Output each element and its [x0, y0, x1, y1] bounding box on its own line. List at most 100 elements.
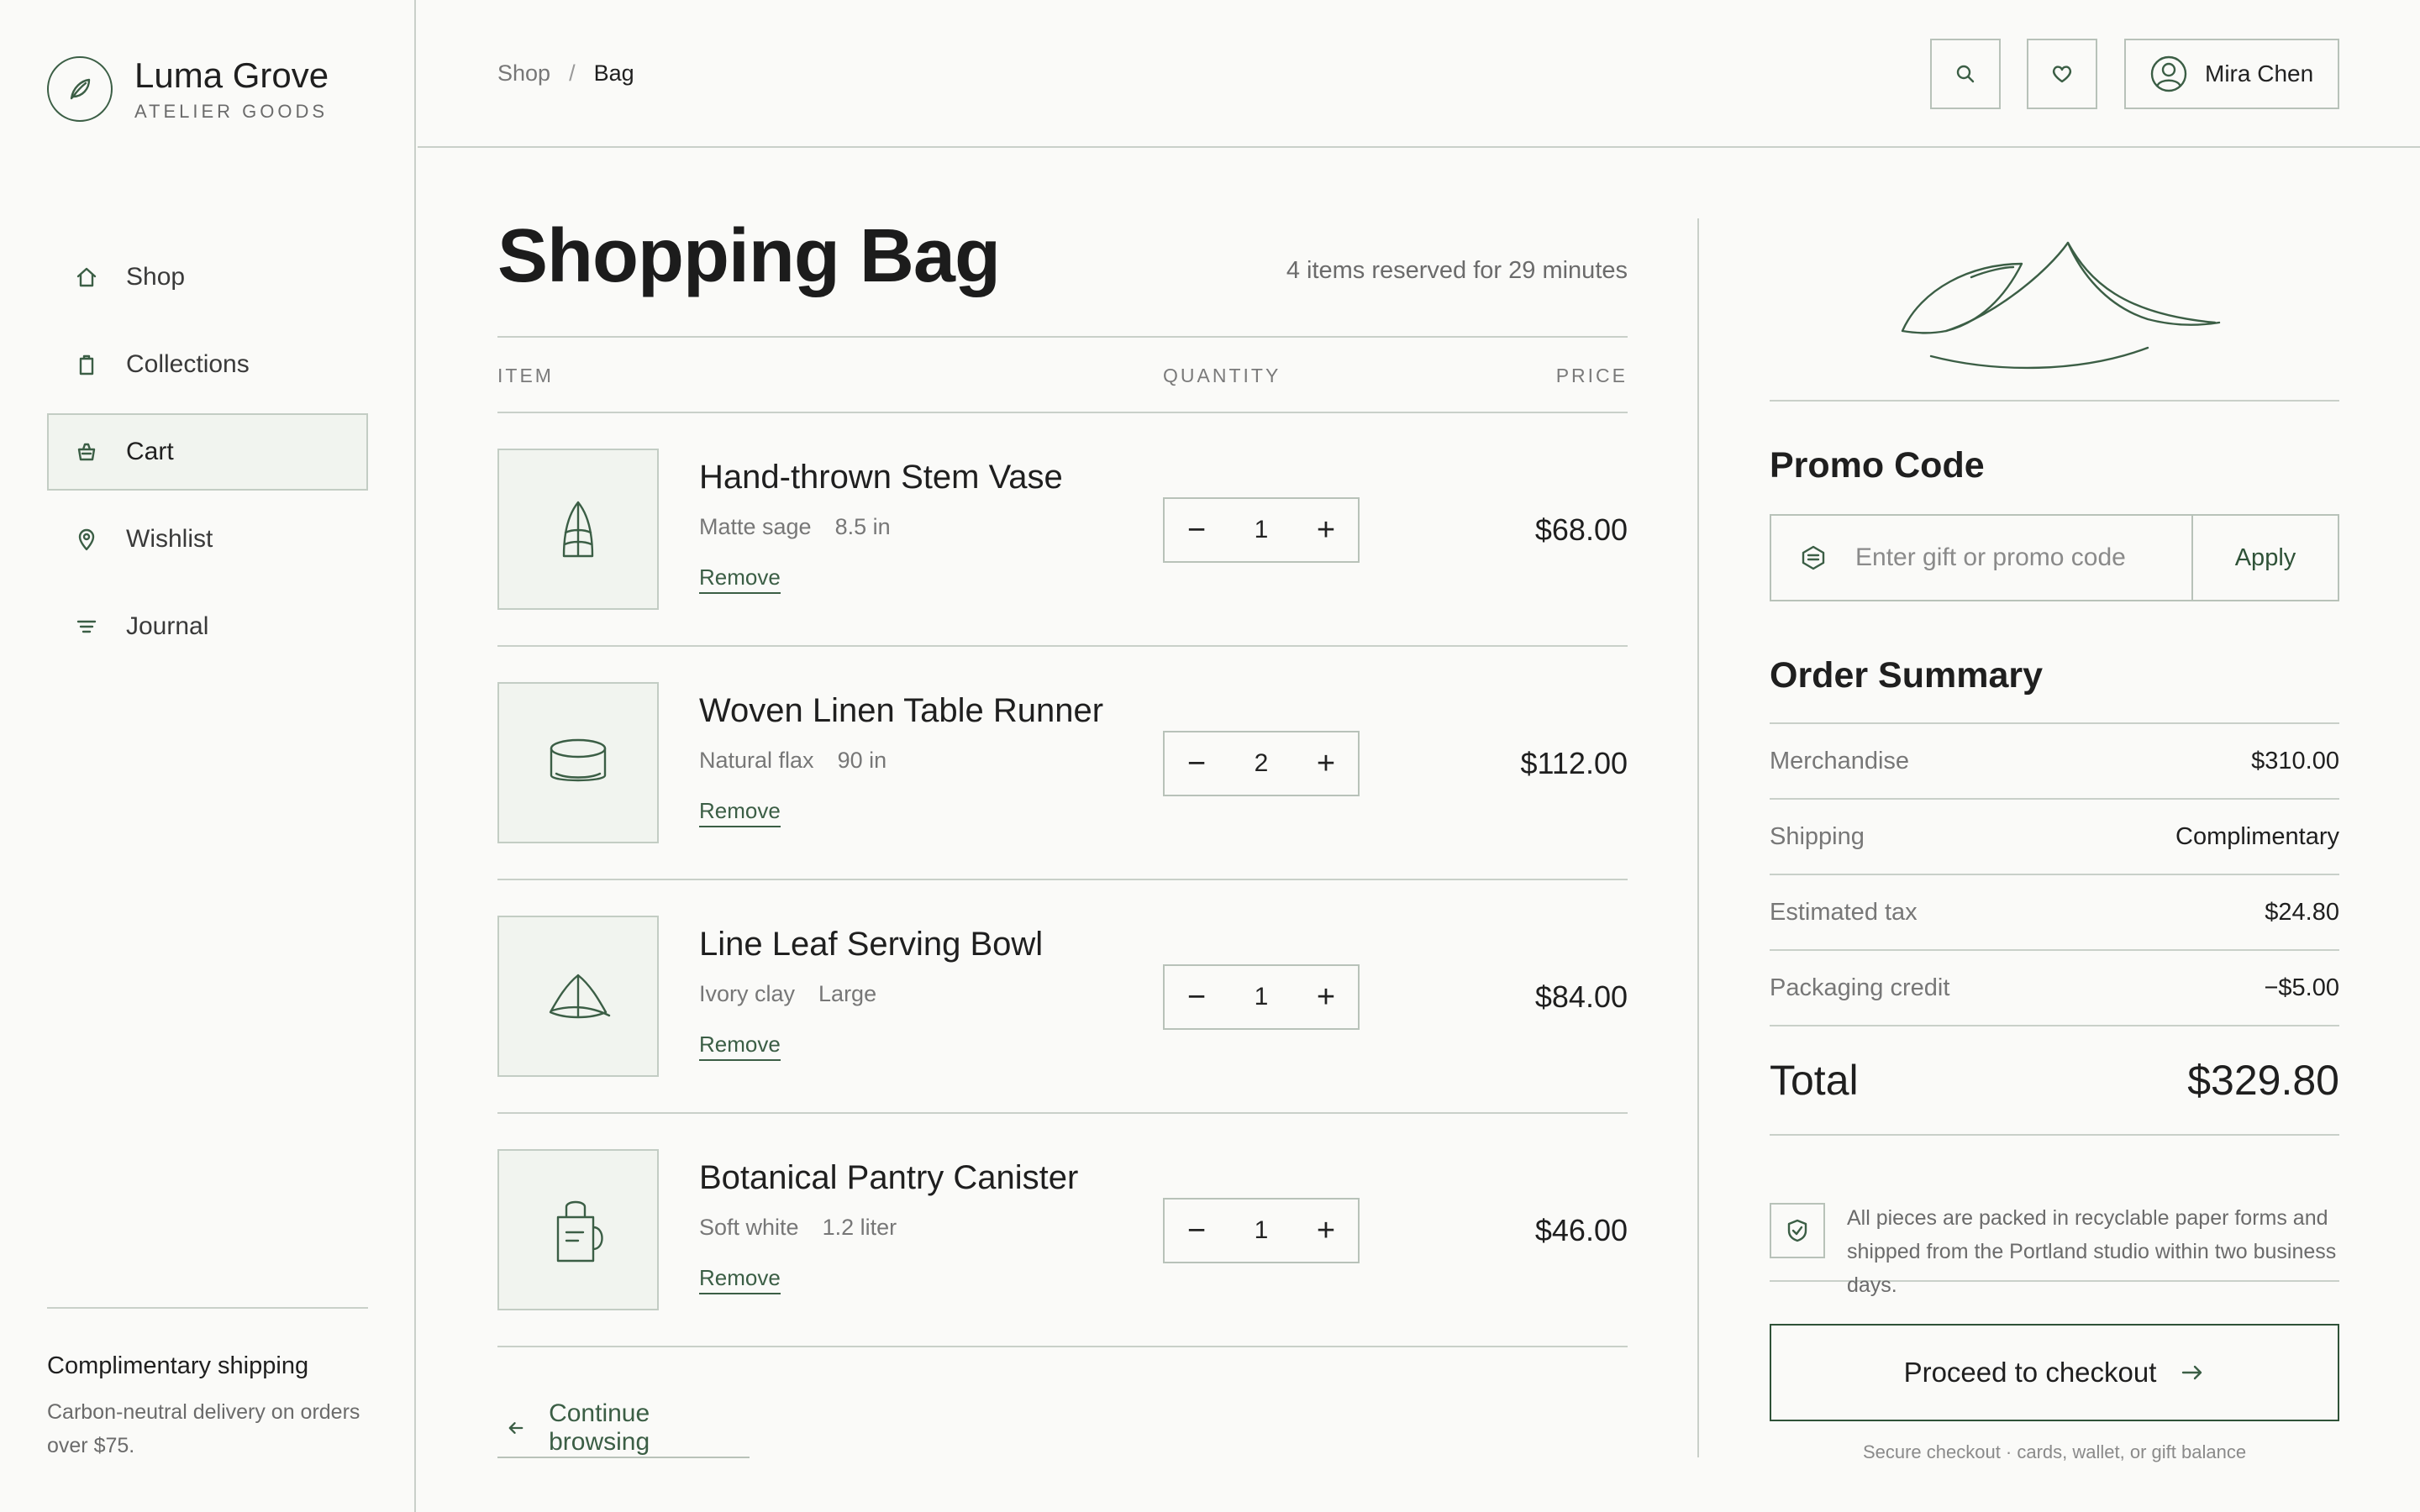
- cart-row: Line Leaf Serving Bowl Ivory clay Large R…: [497, 880, 1628, 1114]
- product-color: Soft white: [699, 1215, 799, 1240]
- summary-row-shipping: Shipping Complimentary: [1770, 800, 2339, 875]
- product-thumbnail[interactable]: [497, 449, 659, 610]
- quantity-value[interactable]: 1: [1255, 516, 1269, 544]
- sidebar-nav: Shop Collections Cart Wishlist Journal: [47, 239, 368, 675]
- user-menu-button[interactable]: Mira Chen: [2124, 39, 2339, 109]
- product-thumbnail[interactable]: [497, 682, 659, 843]
- decrease-quantity-button[interactable]: −: [1165, 732, 1228, 795]
- wishlist-button[interactable]: [2027, 39, 2097, 109]
- product-options: Natural flax 90 in: [699, 748, 886, 774]
- column-price: PRICE: [1555, 365, 1628, 386]
- search-icon: [1956, 65, 1975, 83]
- secure-checkout-note: Secure checkout · cards, wallet, or gift…: [1862, 1441, 2247, 1462]
- summary-label: Packaging credit: [1770, 974, 1950, 1001]
- decrease-quantity-button[interactable]: −: [1165, 966, 1228, 1028]
- increase-quantity-button[interactable]: +: [1294, 1200, 1358, 1262]
- cart-row: Botanical Pantry Canister Soft white 1.2 …: [497, 1114, 1628, 1347]
- divider: [1770, 400, 2339, 402]
- summary-value: Complimentary: [2175, 822, 2339, 850]
- product-options: Ivory clay Large: [699, 981, 876, 1007]
- summary-label: Shipping: [1770, 822, 1865, 850]
- column-divider: [1697, 218, 1699, 1457]
- sidebar-item-label: Cart: [126, 438, 174, 465]
- summary-row-packaging-credit: Packaging credit −$5.00: [1770, 951, 2339, 1026]
- continue-browsing-label: Continue browsing: [549, 1399, 650, 1456]
- total-value: $329.80: [2187, 1057, 2339, 1104]
- brand[interactable]: Luma Grove ATELIER GOODS: [47, 55, 329, 123]
- product-options: Matte sage 8.5 in: [699, 514, 891, 540]
- proceed-to-checkout-button[interactable]: Proceed to checkout: [1770, 1324, 2339, 1421]
- breadcrumb-shop-link[interactable]: Shop: [497, 60, 550, 87]
- product-thumbnail[interactable]: [497, 1149, 659, 1310]
- promo-tag-icon: [1771, 516, 1855, 600]
- home-icon: [76, 267, 97, 287]
- product-size: 1.2 liter: [822, 1215, 897, 1240]
- product-name[interactable]: Hand-thrown Stem Vase: [699, 459, 1063, 496]
- top-bar: Shop / Bag Mira Chen: [418, 0, 2420, 148]
- reservation-timer: 4 items reserved for 29 minutes: [1286, 257, 1628, 284]
- apply-promo-button[interactable]: Apply: [2191, 516, 2338, 600]
- sidebar-item-collections[interactable]: Collections: [47, 326, 368, 403]
- increase-quantity-button[interactable]: +: [1294, 499, 1358, 561]
- line-price: $68.00: [1534, 512, 1628, 547]
- promo-code-field: Apply: [1770, 514, 2339, 601]
- line-price: $84.00: [1534, 979, 1628, 1014]
- product-size: Large: [818, 981, 877, 1006]
- sidebar-item-journal[interactable]: Journal: [47, 588, 368, 665]
- quantity-stepper: − 1 +: [1163, 497, 1360, 563]
- quantity-value[interactable]: 2: [1255, 749, 1269, 778]
- product-color: Ivory clay: [699, 981, 796, 1006]
- divider: [47, 1307, 368, 1309]
- cart-row: Woven Linen Table Runner Natural flax 90 …: [497, 647, 1628, 880]
- brand-tagline: ATELIER GOODS: [134, 101, 329, 122]
- shield-check-icon: [1770, 1203, 1825, 1258]
- remove-item-button[interactable]: Remove: [699, 798, 781, 827]
- sidebar-item-label: Journal: [126, 612, 209, 640]
- continue-browsing-link[interactable]: Continue browsing: [497, 1399, 750, 1458]
- heart-icon: [2052, 66, 2072, 83]
- promo-code-input[interactable]: [1855, 516, 2191, 600]
- bag-icon: [79, 354, 94, 375]
- vase-icon: [562, 501, 594, 558]
- sidebar-item-label: Wishlist: [126, 525, 213, 553]
- search-button[interactable]: [1930, 39, 2001, 109]
- product-name[interactable]: Botanical Pantry Canister: [699, 1159, 1078, 1197]
- remove-item-button[interactable]: Remove: [699, 564, 781, 594]
- decrease-quantity-button[interactable]: −: [1165, 499, 1228, 561]
- breadcrumb: Shop / Bag: [497, 60, 634, 87]
- order-summary-title: Order Summary: [1770, 655, 2044, 696]
- increase-quantity-button[interactable]: +: [1294, 966, 1358, 1028]
- shipping-promo-text: Carbon-neutral delivery on orders over $…: [47, 1400, 360, 1457]
- order-summary: Merchandise $310.00 Shipping Complimenta…: [1770, 722, 2339, 1136]
- arrow-left-icon: [508, 1422, 523, 1434]
- quantity-value[interactable]: 1: [1255, 1216, 1269, 1245]
- sidebar-item-wishlist[interactable]: Wishlist: [47, 501, 368, 578]
- product-name[interactable]: Woven Linen Table Runner: [699, 692, 1103, 730]
- product-name[interactable]: Line Leaf Serving Bowl: [699, 926, 1043, 963]
- product-thumbnail[interactable]: [497, 916, 659, 1077]
- line-price: $46.00: [1534, 1213, 1628, 1247]
- bowl-icon: [549, 974, 611, 1019]
- sidebar-item-shop[interactable]: Shop: [47, 239, 368, 316]
- basket-icon: [77, 443, 96, 461]
- remove-item-button[interactable]: Remove: [699, 1032, 781, 1061]
- column-item: ITEM: [497, 365, 554, 386]
- arrow-right-icon: [2182, 1365, 2202, 1380]
- increase-quantity-button[interactable]: +: [1294, 732, 1358, 795]
- brand-name: Luma Grove: [134, 55, 329, 95]
- quantity-value[interactable]: 1: [1255, 983, 1269, 1011]
- summary-value: −$5.00: [2264, 974, 2339, 1001]
- breadcrumb-separator: /: [569, 60, 576, 86]
- summary-row-tax: Estimated tax $24.80: [1770, 875, 2339, 951]
- sidebar-item-cart[interactable]: Cart: [47, 413, 368, 491]
- decrease-quantity-button[interactable]: −: [1165, 1200, 1228, 1262]
- line-price: $112.00: [1520, 746, 1628, 780]
- linen-roll-icon: [550, 738, 607, 782]
- leaf-line-illustration: [1901, 241, 2221, 370]
- breadcrumb-current: Bag: [593, 60, 634, 86]
- summary-value: $310.00: [2251, 747, 2339, 774]
- user-avatar-icon: [2150, 55, 2187, 92]
- user-name: Mira Chen: [2205, 60, 2314, 87]
- remove-item-button[interactable]: Remove: [699, 1265, 781, 1294]
- canister-icon: [556, 1200, 603, 1263]
